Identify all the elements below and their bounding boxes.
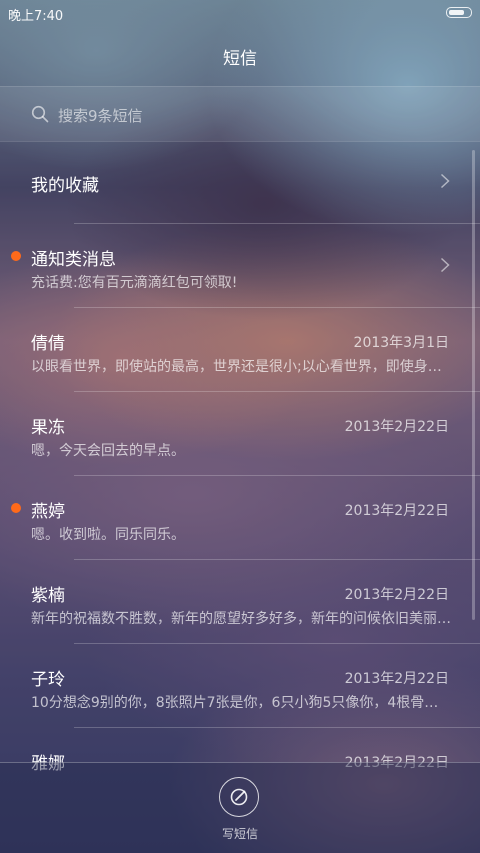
compose-label: 写短信 — [221, 827, 258, 841]
conversation-preview: 以眼看世界，即使站的最高，世界还是很小;以心看世界，即使身处最低，世界也是很大。 — [31, 359, 451, 375]
bottom-bar: 写短信 — [0, 762, 480, 853]
conversation-row[interactable]: 倩倩 2013年3月1日 以眼看世界，即使站的最高，世界还是很小;以心看世界，即… — [0, 308, 480, 392]
chevron-right-icon — [440, 257, 450, 273]
conversation-name: 紫楠 — [31, 586, 65, 606]
conversation-date: 2013年2月22日 — [344, 419, 449, 435]
conversation-row[interactable]: 紫楠 2013年2月22日 新年的祝福数不胜数，新年的愿望好多好多，新年的问候依… — [0, 560, 480, 644]
unread-dot-icon — [11, 251, 21, 261]
conversation-date: 2013年2月22日 — [344, 671, 449, 687]
battery-level — [449, 10, 464, 15]
chevron-right-icon — [440, 173, 450, 189]
page-title: 短信 — [223, 49, 257, 69]
conversation-list: 我的收藏 通知类消息 充话费:您有百元滴滴红包可领取! 倩倩 2013年3月1日… — [0, 140, 480, 812]
conversation-preview: 新年的祝福数不胜数，新年的愿望好多好多，新年的问候依旧美丽如初。 — [31, 611, 451, 627]
conversation-name: 倩倩 — [31, 334, 65, 354]
conversation-name: 子玲 — [31, 670, 65, 690]
conversation-row-favorites[interactable]: 我的收藏 — [0, 140, 480, 224]
conversation-name: 果冻 — [31, 418, 65, 438]
compose-icon — [230, 788, 248, 806]
conversation-preview: 充话费:您有百元滴滴红包可领取! — [31, 275, 238, 291]
conversation-name: 通知类消息 — [31, 250, 116, 270]
conversation-row[interactable]: 果冻 2013年2月22日 嗯，今天会回去的早点。 — [0, 392, 480, 476]
battery-icon — [446, 7, 472, 18]
conversation-row-notifications[interactable]: 通知类消息 充话费:您有百元滴滴红包可领取! — [0, 224, 480, 308]
unread-dot-icon — [11, 503, 21, 513]
conversation-name: 燕婷 — [31, 502, 65, 522]
conversation-preview: 嗯，今天会回去的早点。 — [31, 443, 185, 459]
conversation-row[interactable]: 燕婷 2013年2月22日 嗯。收到啦。同乐同乐。 — [0, 476, 480, 560]
compose-button[interactable] — [219, 777, 259, 817]
conversation-date: 2013年3月1日 — [353, 335, 449, 351]
conversation-preview: 10分想念9别的你，8张照片7张是你，6只小狗5只像你，4根骨头3根给你。 — [31, 695, 451, 711]
search-input[interactable]: 搜索9条短信 — [58, 105, 143, 126]
status-time: 晚上7:40 — [8, 9, 64, 24]
search-icon — [31, 105, 49, 123]
conversation-name: 我的收藏 — [31, 176, 99, 196]
conversation-date: 2013年2月22日 — [344, 503, 449, 519]
scrollbar[interactable] — [472, 150, 475, 620]
conversation-preview: 嗯。收到啦。同乐同乐。 — [31, 527, 185, 543]
status-bar: 晚上7:40 — [0, 0, 480, 26]
conversation-row[interactable]: 子玲 2013年2月22日 10分想念9别的你，8张照片7张是你，6只小狗5只像… — [0, 644, 480, 728]
conversation-date: 2013年2月22日 — [344, 587, 449, 603]
search-bar[interactable]: 搜索9条短信 — [0, 86, 480, 142]
